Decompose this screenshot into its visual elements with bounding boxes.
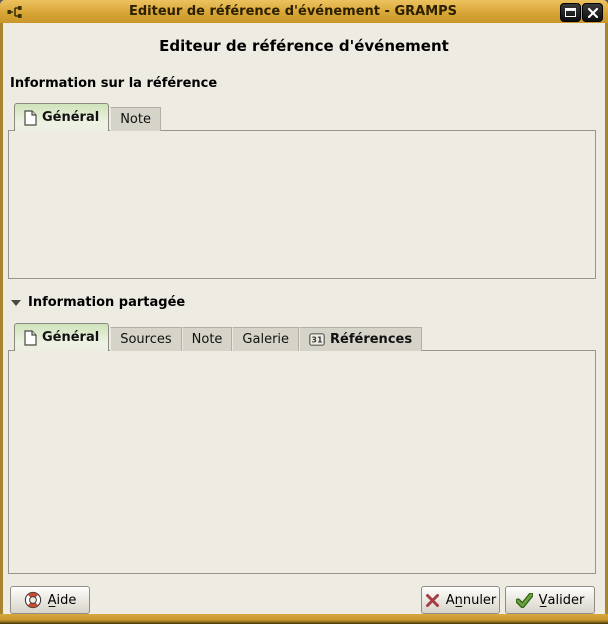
close-button[interactable] [582,3,603,22]
cancel-x-icon [425,593,440,608]
page-icon [24,110,37,126]
tab-label: Général [42,110,99,125]
window-title: Editeur de référence d'événement - GRAMP… [30,4,556,19]
tab-note-reference[interactable]: Note [110,107,161,131]
event-reference-editor-window: Editeur de référence d'événement - GRAMP… [0,0,608,624]
tab-label: Sources [120,332,171,347]
expander-arrow-icon [11,300,21,306]
svg-text:31: 31 [311,336,323,345]
page-icon [24,330,37,346]
help-lifering-icon [24,591,42,609]
tab-label: Références [330,332,412,347]
references-icon: 31 [309,333,325,346]
shared-notebook-frame [8,350,596,574]
maximize-button[interactable] [560,3,581,22]
ok-check-icon [516,593,533,608]
tab-label: Note [192,332,223,347]
titlebar[interactable]: Editeur de référence d'événement - GRAMP… [0,0,608,24]
dialog-body: Editeur de référence d'événement Informa… [3,23,605,614]
tab-references[interactable]: 31 Références [299,327,422,351]
tab-label: Général [42,330,99,345]
cancel-button[interactable]: An̲nuler [421,586,500,614]
shared-info-expander[interactable]: Information partagée [11,295,185,310]
reference-tabs: Général Note [14,104,161,131]
tab-label: Note [120,112,151,127]
cancel-button-label: An̲nuler [446,593,497,608]
close-icon [588,8,598,18]
ok-button[interactable]: V̲alider [505,586,595,614]
tab-sources[interactable]: Sources [110,327,181,351]
help-button-label: A̲ide [48,593,77,608]
reference-section-heading: Information sur la référence [10,76,217,91]
ok-button-label: V̲alider [539,593,585,608]
tab-general-reference[interactable]: Général [14,103,109,131]
help-button[interactable]: A̲ide [10,586,90,614]
tab-note-shared[interactable]: Note [182,327,233,351]
maximize-icon [565,8,576,17]
tab-general-shared[interactable]: Général [14,323,109,351]
tab-galerie[interactable]: Galerie [232,327,299,351]
shared-tabs: Général Sources Note Galerie 31 Référenc… [14,324,422,351]
page-title: Editeur de référence d'événement [3,37,605,55]
tab-label: Galerie [242,332,289,347]
reference-notebook-frame [8,130,596,279]
shared-section-heading: Information partagée [28,295,185,310]
gramps-tree-icon [7,4,23,20]
window-border-bottom [0,614,608,624]
